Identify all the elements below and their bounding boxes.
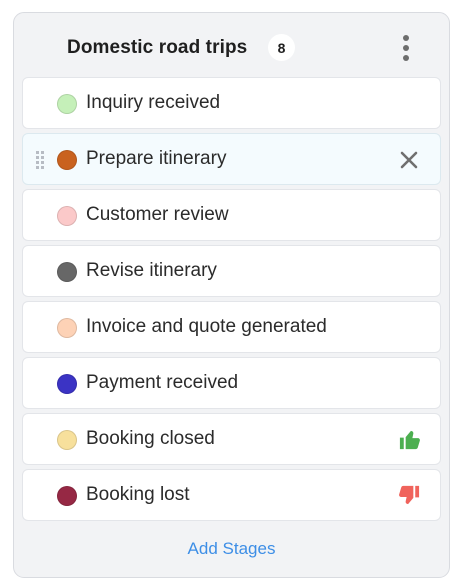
- thumbs-down-icon: [398, 484, 421, 507]
- stage-item-inquiry-received[interactable]: Inquiry received: [22, 77, 441, 129]
- stage-item-prepare-itinerary[interactable]: Prepare itinerary: [22, 133, 441, 185]
- stage-color-dot[interactable]: [57, 486, 77, 506]
- stage-label: Booking closed: [86, 428, 215, 449]
- pipeline-title: Domestic road trips: [67, 37, 248, 58]
- stage-color-dot[interactable]: [57, 430, 77, 450]
- stage-label: Inquiry received: [86, 92, 221, 113]
- stage-label: Booking lost: [86, 484, 190, 505]
- stage-list: Inquiry received Prepare itinerary Custo…: [22, 77, 441, 525]
- stage-item-revise-itinerary[interactable]: Revise itinerary: [22, 245, 441, 297]
- add-stages-link[interactable]: Add Stages: [14, 539, 449, 559]
- stage-item-booking-lost[interactable]: Booking lost: [22, 469, 441, 521]
- stage-count-badge: 8: [268, 34, 295, 61]
- stage-label: Revise itinerary: [86, 260, 217, 281]
- pipeline-panel: Domestic road trips 8 Inquiry received P…: [13, 12, 450, 578]
- stage-color-dot[interactable]: [57, 206, 77, 226]
- stage-label: Customer review: [86, 204, 229, 225]
- pipeline-header: Domestic road trips 8: [14, 13, 449, 77]
- stage-label: Payment received: [86, 372, 239, 393]
- stage-color-dot[interactable]: [57, 318, 77, 338]
- stage-color-dot[interactable]: [57, 262, 77, 282]
- more-vertical-icon[interactable]: [397, 35, 415, 61]
- stage-color-dot[interactable]: [57, 374, 77, 394]
- stage-color-dot[interactable]: [57, 94, 77, 114]
- thumbs-up-icon: [398, 428, 421, 451]
- stage-item-booking-closed[interactable]: Booking closed: [22, 413, 441, 465]
- stage-item-invoice-and-quote-generated[interactable]: Invoice and quote generated: [22, 301, 441, 353]
- stage-color-dot[interactable]: [57, 150, 77, 170]
- stage-label: Prepare itinerary: [86, 148, 227, 169]
- stage-item-payment-received[interactable]: Payment received: [22, 357, 441, 409]
- close-icon[interactable]: [398, 149, 420, 171]
- stage-item-customer-review[interactable]: Customer review: [22, 189, 441, 241]
- stage-label: Invoice and quote generated: [86, 316, 327, 337]
- drag-handle-icon[interactable]: [36, 151, 46, 169]
